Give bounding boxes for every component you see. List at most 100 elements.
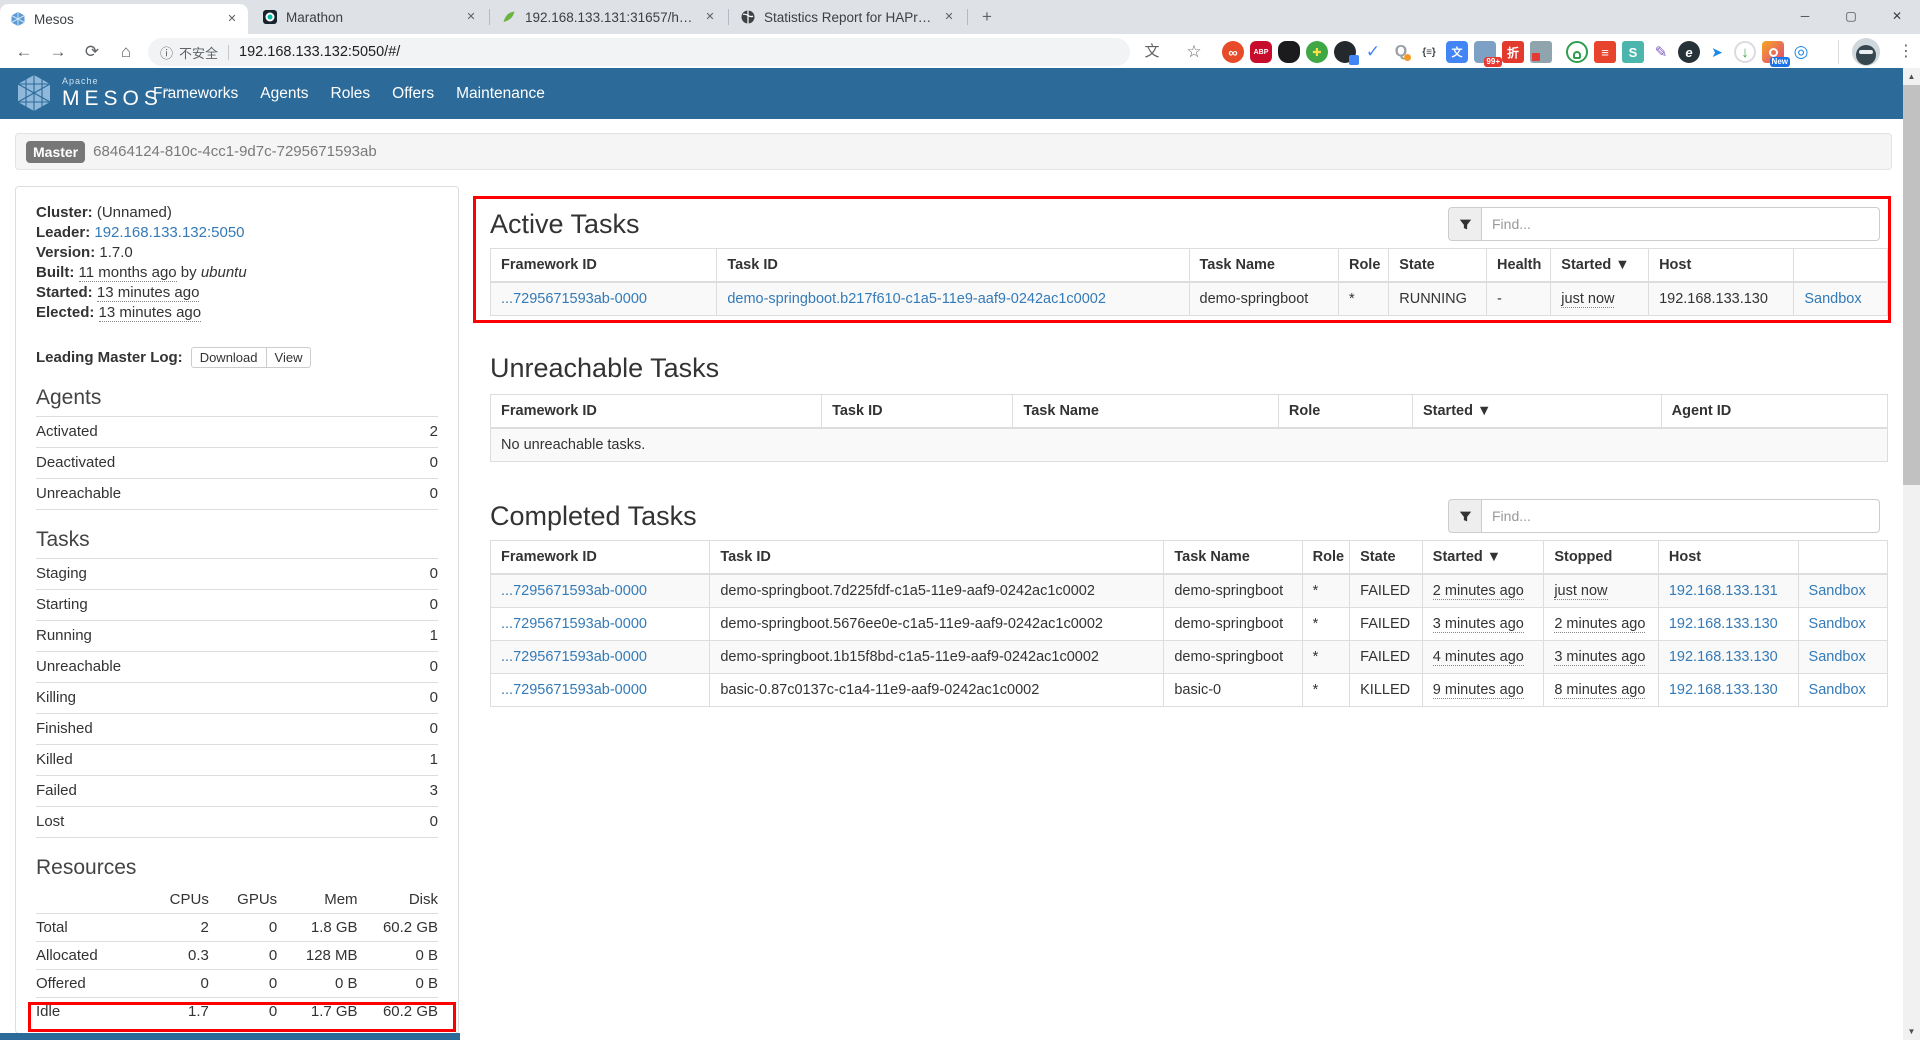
host-link[interactable]: 192.168.133.131 bbox=[1669, 583, 1778, 599]
sandbox-link[interactable]: Sandbox bbox=[1809, 616, 1866, 632]
close-window-button[interactable]: ✕ bbox=[1874, 0, 1920, 32]
col-started-sorted[interactable]: Started ▼ bbox=[1422, 541, 1544, 575]
marathon-favicon-icon bbox=[262, 9, 278, 25]
coin-extension-icon[interactable]: ✚ bbox=[1306, 41, 1328, 63]
google-translate-extension-icon[interactable]: 文 bbox=[1446, 41, 1468, 63]
nav-item-roles[interactable]: Roles bbox=[320, 85, 382, 103]
col-host[interactable]: Host bbox=[1649, 249, 1794, 283]
nav-item-agents[interactable]: Agents bbox=[249, 85, 319, 103]
close-icon[interactable]: ✕ bbox=[941, 9, 957, 25]
badge99-extension-icon[interactable]: 99+ bbox=[1474, 41, 1496, 63]
minimize-button[interactable]: ─ bbox=[1782, 0, 1828, 32]
s-extension-icon[interactable]: S bbox=[1622, 41, 1644, 63]
scroll-down-icon[interactable]: ▼ bbox=[1903, 1023, 1920, 1040]
url-text[interactable]: 192.168.133.132:5050/#/ bbox=[239, 44, 400, 60]
col-task-id[interactable]: Task ID bbox=[710, 541, 1164, 575]
q-extension-icon[interactable]: Q bbox=[1390, 41, 1412, 63]
close-icon[interactable]: ✕ bbox=[702, 9, 718, 25]
address-bar[interactable]: ⓘ 不安全 192.168.133.132:5050/#/ bbox=[148, 38, 1130, 66]
col-framework-id[interactable]: Framework ID bbox=[491, 395, 822, 429]
close-icon[interactable]: ✕ bbox=[463, 9, 479, 25]
screen: Mesos ✕ Marathon ✕ 192.168.133.131:31657… bbox=[0, 0, 1920, 1040]
host-link[interactable]: 192.168.133.130 bbox=[1669, 682, 1778, 698]
col-task-id[interactable]: Task ID bbox=[717, 249, 1189, 283]
home-icon[interactable]: ⌂ bbox=[112, 38, 140, 66]
spiral-extension-icon[interactable]: ◎ bbox=[1790, 41, 1812, 63]
active-find-input[interactable] bbox=[1481, 207, 1880, 241]
framework-id-link[interactable]: ...7295671593ab-0000 bbox=[501, 682, 647, 698]
camera-extension-icon[interactable]: New bbox=[1762, 41, 1784, 63]
zhe-coupon-extension-icon[interactable]: 折 bbox=[1502, 41, 1524, 63]
tab-spring-hello[interactable]: 192.168.133.131:31657/hello w ✕ bbox=[491, 0, 726, 34]
col-state[interactable]: State bbox=[1389, 249, 1487, 283]
col-framework-id[interactable]: Framework ID bbox=[491, 541, 710, 575]
tool-extension-icon[interactable] bbox=[1530, 41, 1552, 63]
nav-item-maintenance[interactable]: Maintenance bbox=[445, 85, 556, 103]
col-framework-id[interactable]: Framework ID bbox=[491, 249, 717, 283]
download-log-button[interactable]: Download bbox=[191, 347, 267, 368]
col-task-name[interactable]: Task Name bbox=[1164, 541, 1302, 575]
nav-item-offers[interactable]: Offers bbox=[381, 85, 445, 103]
pen-extension-icon[interactable]: ✎ bbox=[1650, 41, 1672, 63]
proxy-extension-icon[interactable]: ∞ bbox=[1222, 41, 1244, 63]
completed-find-input[interactable] bbox=[1481, 499, 1880, 533]
leader-link[interactable]: 192.168.133.132:5050 bbox=[94, 224, 244, 241]
info-icon[interactable]: ⓘ bbox=[160, 43, 173, 62]
sandbox-link[interactable]: Sandbox bbox=[1804, 291, 1861, 307]
check-extension-icon[interactable]: ✓ bbox=[1362, 41, 1384, 63]
view-log-button[interactable]: View bbox=[266, 347, 312, 368]
framework-id-link[interactable]: ...7295671593ab-0000 bbox=[501, 291, 647, 307]
scroll-up-icon[interactable]: ▲ bbox=[1903, 68, 1920, 85]
reload-icon[interactable]: ⟳ bbox=[78, 38, 106, 66]
octocat-extension-icon[interactable] bbox=[1334, 41, 1356, 63]
host-link[interactable]: 192.168.133.130 bbox=[1669, 616, 1778, 632]
col-role[interactable]: Role bbox=[1302, 541, 1349, 575]
col-sandbox bbox=[1798, 541, 1887, 575]
bookmark-star-icon[interactable]: ☆ bbox=[1182, 40, 1206, 64]
col-task-id[interactable]: Task ID bbox=[822, 395, 1013, 429]
translate-icon[interactable]: 文 bbox=[1140, 40, 1164, 64]
tab-haproxy-stats[interactable]: Statistics Report for HAProxy ✕ bbox=[730, 0, 965, 34]
notes-extension-icon[interactable]: ≡ bbox=[1594, 41, 1616, 63]
col-task-name[interactable]: Task Name bbox=[1013, 395, 1278, 429]
col-health[interactable]: Health bbox=[1487, 249, 1551, 283]
back-icon[interactable]: ← bbox=[10, 38, 38, 66]
cat-extension-icon[interactable] bbox=[1278, 41, 1300, 63]
col-role[interactable]: Role bbox=[1338, 249, 1388, 283]
col-started-sorted[interactable]: Started ▼ bbox=[1412, 395, 1661, 429]
task-id-link[interactable]: demo-springboot.b217f610-c1a5-11e9-aaf9-… bbox=[727, 291, 1106, 307]
framework-id-link[interactable]: ...7295671593ab-0000 bbox=[501, 616, 647, 632]
e-extension-icon[interactable]: e bbox=[1678, 41, 1700, 63]
maximize-button[interactable]: ▢ bbox=[1828, 0, 1874, 32]
sandbox-link[interactable]: Sandbox bbox=[1809, 583, 1866, 599]
scrollbar-thumb[interactable] bbox=[1903, 85, 1920, 485]
close-icon[interactable]: ✕ bbox=[224, 11, 240, 27]
nav-item-frameworks[interactable]: Frameworks bbox=[142, 85, 249, 103]
forward-icon[interactable]: → bbox=[44, 38, 72, 66]
col-host[interactable]: Host bbox=[1658, 541, 1798, 575]
completed-tasks-table: Framework ID Task ID Task Name Role Stat… bbox=[490, 540, 1888, 707]
download-extension-icon[interactable]: ↓ bbox=[1734, 41, 1756, 63]
col-started-sorted[interactable]: Started ▼ bbox=[1551, 249, 1649, 283]
tab-mesos[interactable]: Mesos ✕ bbox=[0, 4, 248, 34]
col-state[interactable]: State bbox=[1350, 541, 1423, 575]
chrome-menu-icon[interactable]: ⋮ bbox=[1896, 38, 1916, 66]
person-extension-icon[interactable] bbox=[1566, 41, 1588, 63]
host-link[interactable]: 192.168.133.130 bbox=[1669, 649, 1778, 665]
col-task-name[interactable]: Task Name bbox=[1189, 249, 1338, 283]
framework-id-link[interactable]: ...7295671593ab-0000 bbox=[501, 649, 647, 665]
sandbox-link[interactable]: Sandbox bbox=[1809, 649, 1866, 665]
forward-arrow-extension-icon[interactable]: ➤ bbox=[1706, 41, 1728, 63]
new-tab-button[interactable]: + bbox=[975, 6, 999, 30]
page-scrollbar[interactable]: ▲ ▼ bbox=[1903, 68, 1920, 1040]
framework-id-link[interactable]: ...7295671593ab-0000 bbox=[501, 583, 647, 599]
sandbox-link[interactable]: Sandbox bbox=[1809, 682, 1866, 698]
col-role[interactable]: Role bbox=[1278, 395, 1412, 429]
adblock-plus-extension-icon[interactable]: ABP bbox=[1250, 41, 1272, 63]
stat-row-killed: Killed1 bbox=[36, 744, 438, 775]
json-braces-extension-icon[interactable]: {≡} bbox=[1418, 41, 1440, 63]
profile-avatar[interactable] bbox=[1852, 38, 1880, 66]
col-stopped[interactable]: Stopped bbox=[1544, 541, 1659, 575]
tab-marathon[interactable]: Marathon ✕ bbox=[252, 0, 487, 34]
col-agent-id[interactable]: Agent ID bbox=[1661, 395, 1887, 429]
